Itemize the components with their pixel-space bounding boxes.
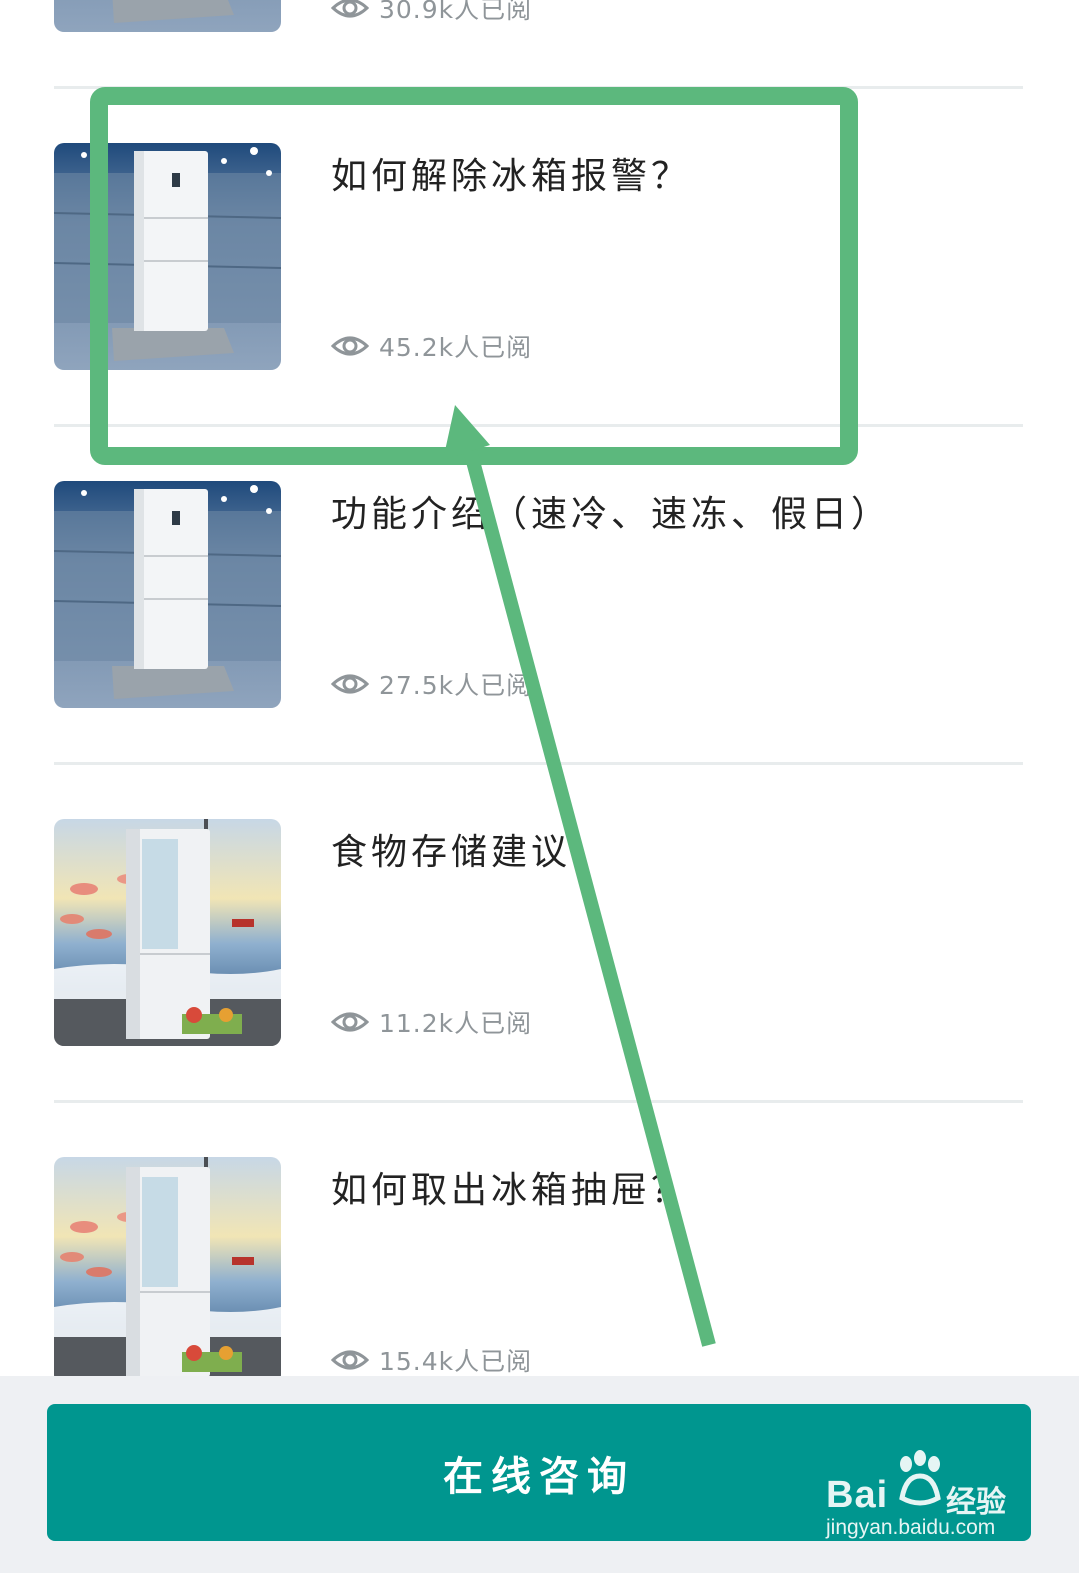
view-count: 27.5k人已阅 [331,667,532,701]
view-count: 15.4k人已阅 [331,1343,532,1376]
divider [54,762,1023,765]
divider [54,424,1023,427]
article-title: 食物存储建议 [331,832,572,873]
view-count-text: 30.9k人已阅 [379,0,533,24]
eye-icon [331,1347,369,1373]
article-thumbnail [54,481,281,708]
eye-icon [331,0,369,21]
article-title: 功能介绍（速冷、速冻、假日） [331,494,892,535]
article-thumbnail [54,143,281,370]
view-count: 11.2k人已阅 [331,1005,532,1039]
eye-icon [331,333,369,359]
list-item[interactable]: 食物存储建议 11.2k人已阅 [0,819,1079,1157]
article-title: 如何解除冰箱报警？ [331,156,692,197]
divider [54,1100,1023,1103]
list-item[interactable]: 如何取出冰箱抽屉？ 15.4k人已阅 [0,1157,1079,1376]
list-item[interactable]: 如何解除冰箱报警？ 45.2k人已阅 [0,143,1079,481]
eye-icon [331,1009,369,1035]
view-count: 45.2k人已阅 [331,329,532,363]
online-consult-button[interactable]: 在线咨询 [47,1404,1031,1541]
article-title: 如何取出冰箱抽屉？ [331,1170,692,1211]
list-item[interactable]: 30.9k人已阅 [0,0,1079,143]
divider [54,86,1023,89]
article-thumbnail [54,1157,281,1376]
footer-bar: 在线咨询 [0,1376,1079,1573]
view-count-text: 15.4k人已阅 [379,1347,533,1376]
view-count-text: 45.2k人已阅 [379,333,533,362]
view-count: 30.9k人已阅 [331,0,532,25]
eye-icon [331,671,369,697]
article-list: 30.9k人已阅 如何解除冰箱报警？ 45.2k人已阅 功能介绍（速冷、速冻、假… [0,0,1079,1376]
view-count-text: 11.2k人已阅 [379,1009,533,1038]
article-thumbnail [54,819,281,1046]
article-thumbnail [54,0,281,32]
list-item[interactable]: 功能介绍（速冷、速冻、假日） 27.5k人已阅 [0,481,1079,819]
view-count-text: 27.5k人已阅 [379,671,533,700]
